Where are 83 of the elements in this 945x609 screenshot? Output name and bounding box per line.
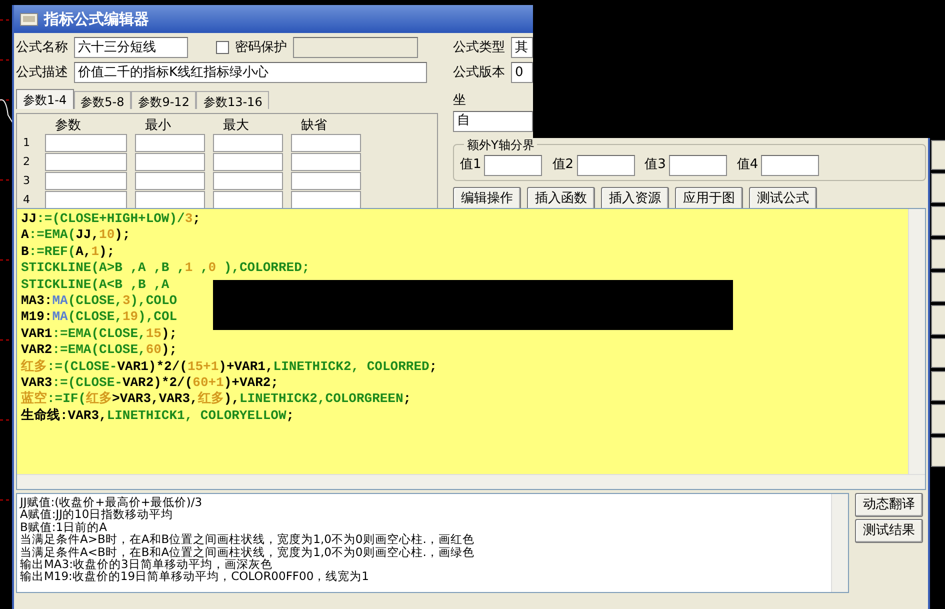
- param-input[interactable]: [135, 172, 205, 190]
- field-label: 值3: [644, 156, 666, 174]
- param-tab[interactable]: 参数13-16: [196, 91, 270, 109]
- param-input[interactable]: [291, 172, 361, 190]
- param-input[interactable]: [135, 153, 205, 171]
- param-input[interactable]: [291, 134, 361, 152]
- field-label: 公式名称: [16, 38, 68, 57]
- param-input[interactable]: [45, 134, 127, 152]
- code-line: VAR2:=EMA(CLOSE,60);: [21, 342, 178, 359]
- param-input[interactable]: [213, 134, 283, 152]
- code-line: 红多:=(CLOSE-VAR1)*2/(15+1)+VAR1,LINETHICK2, COLORRED;: [21, 358, 438, 375]
- horizontal-scrollbar[interactable]: [17, 474, 925, 489]
- param-tab[interactable]: 参数5-8: [74, 91, 132, 109]
- app-icon: [20, 12, 38, 26]
- password-checkbox[interactable]: [216, 41, 229, 54]
- name-field[interactable]: 六十三分短线: [74, 37, 188, 58]
- code-line: MA3:MA(CLOSE,3),COLO: [21, 292, 178, 310]
- param-input[interactable]: [45, 191, 127, 209]
- row-number: 4: [23, 192, 31, 208]
- row-number: 2: [23, 154, 31, 170]
- column-header: 缺省: [300, 117, 328, 133]
- vertical-scrollbar[interactable]: [908, 209, 925, 474]
- type-select[interactable]: 其: [511, 37, 533, 58]
- code-line: 蓝空:=IF(红多>VAR3,VAR3,红多),LINETHICK2,COLORGREEN;: [21, 391, 412, 408]
- description-field[interactable]: 价值二千的指标K线红指标绿小心: [74, 62, 427, 83]
- explanation-line: 输出MA3:收盘价的3日简单移动平均，画深灰色: [20, 558, 274, 570]
- field-label: 值2: [552, 156, 574, 174]
- password-field[interactable]: [293, 37, 418, 58]
- param-input[interactable]: [45, 172, 127, 190]
- code-line: STICKLINE(A>B ,A ,B ,1 ,0 ),COLORRED;: [21, 260, 311, 277]
- field-label: 值4: [736, 156, 758, 174]
- column-header: 最大: [222, 117, 250, 133]
- side-button[interactable]: 动态翻译: [855, 493, 923, 517]
- param-input[interactable]: [291, 153, 361, 171]
- code-line: B:=REF(A,1);: [21, 244, 116, 260]
- explanation-line: 输出M19:收盘价的19日简单移动平均，COLOR00FF00，线宽为1: [20, 570, 370, 583]
- code-line: 生命线:VAR3,LINETHICK1, COLORYELLOW;: [21, 408, 296, 424]
- axis-select[interactable]: 自: [453, 110, 533, 132]
- code-line: VAR3:=(CLOSE-VAR2)*2/(60+1)+VAR2;: [21, 374, 280, 390]
- param-input[interactable]: [213, 172, 283, 190]
- code-editor[interactable]: [16, 208, 926, 490]
- param-input[interactable]: [213, 153, 283, 171]
- explanation-line: A赋值:JJ的10日指数移动平均: [20, 508, 174, 521]
- value-field[interactable]: [668, 154, 727, 176]
- version-field[interactable]: 0: [511, 62, 533, 83]
- toolbar-button[interactable]: 测试公式: [749, 186, 817, 210]
- code-line: STICKLINE(A<B ,B ,A: [21, 276, 170, 293]
- param-tab[interactable]: 参数9-12: [131, 91, 196, 109]
- field-label: 公式描述: [16, 64, 68, 82]
- value-field[interactable]: [576, 154, 635, 176]
- side-button[interactable]: 测试结果: [855, 519, 923, 543]
- field-label: 坐: [453, 92, 467, 110]
- field-label: 公式版本: [453, 64, 505, 82]
- toolbar-button[interactable]: 应用于图: [675, 186, 743, 210]
- param-tab[interactable]: 参数1-4: [16, 89, 74, 109]
- param-input[interactable]: [45, 153, 127, 171]
- row-number: 1: [23, 134, 31, 151]
- toolbar-button[interactable]: 插入资源: [601, 186, 669, 210]
- code-line: JJ:=(CLOSE+HIGH+LOW)/3;: [21, 211, 202, 228]
- field-label: 公式类型: [453, 38, 505, 57]
- checkbox-label: 密码保护: [235, 38, 287, 57]
- explanation-line: B赋值:1日前的A: [20, 520, 107, 534]
- value-field[interactable]: [761, 154, 820, 176]
- explanation-line: JJ赋值:(收盘价+最高价+最低价)/3: [20, 496, 204, 508]
- row-number: 3: [23, 172, 31, 189]
- vertical-scrollbar[interactable]: [831, 494, 848, 592]
- code-line: M19:MA(CLOSE,19),COL: [21, 309, 178, 326]
- field-label: 值1: [460, 156, 482, 174]
- toolbar-button[interactable]: 插入函数: [527, 186, 595, 210]
- code-line: VAR1:=EMA(CLOSE,15);: [21, 326, 178, 342]
- window-title: 指标公式编辑器: [44, 8, 149, 30]
- explanation-line: 当满足条件A<B时，在B和A位置之间画柱状线，宽度为1,0不为0则画空心柱.，画绿色: [20, 546, 476, 558]
- toolbar-button[interactable]: 编辑操作: [453, 186, 521, 210]
- param-input[interactable]: [135, 191, 205, 209]
- group-title: 额外Y轴分界: [464, 136, 538, 154]
- param-input[interactable]: [213, 191, 283, 209]
- param-input[interactable]: [135, 134, 205, 152]
- explanation-line: 当满足条件A>B时，在A和B位置之间画柱状线，宽度为1,0不为0则画空心柱.，画红色: [20, 533, 476, 546]
- column-header: 最小: [144, 117, 172, 133]
- code-line: A:=EMA(JJ,10);: [21, 227, 132, 244]
- column-header: 参数: [54, 117, 82, 133]
- value-field[interactable]: [484, 154, 542, 176]
- param-input[interactable]: [291, 191, 361, 209]
